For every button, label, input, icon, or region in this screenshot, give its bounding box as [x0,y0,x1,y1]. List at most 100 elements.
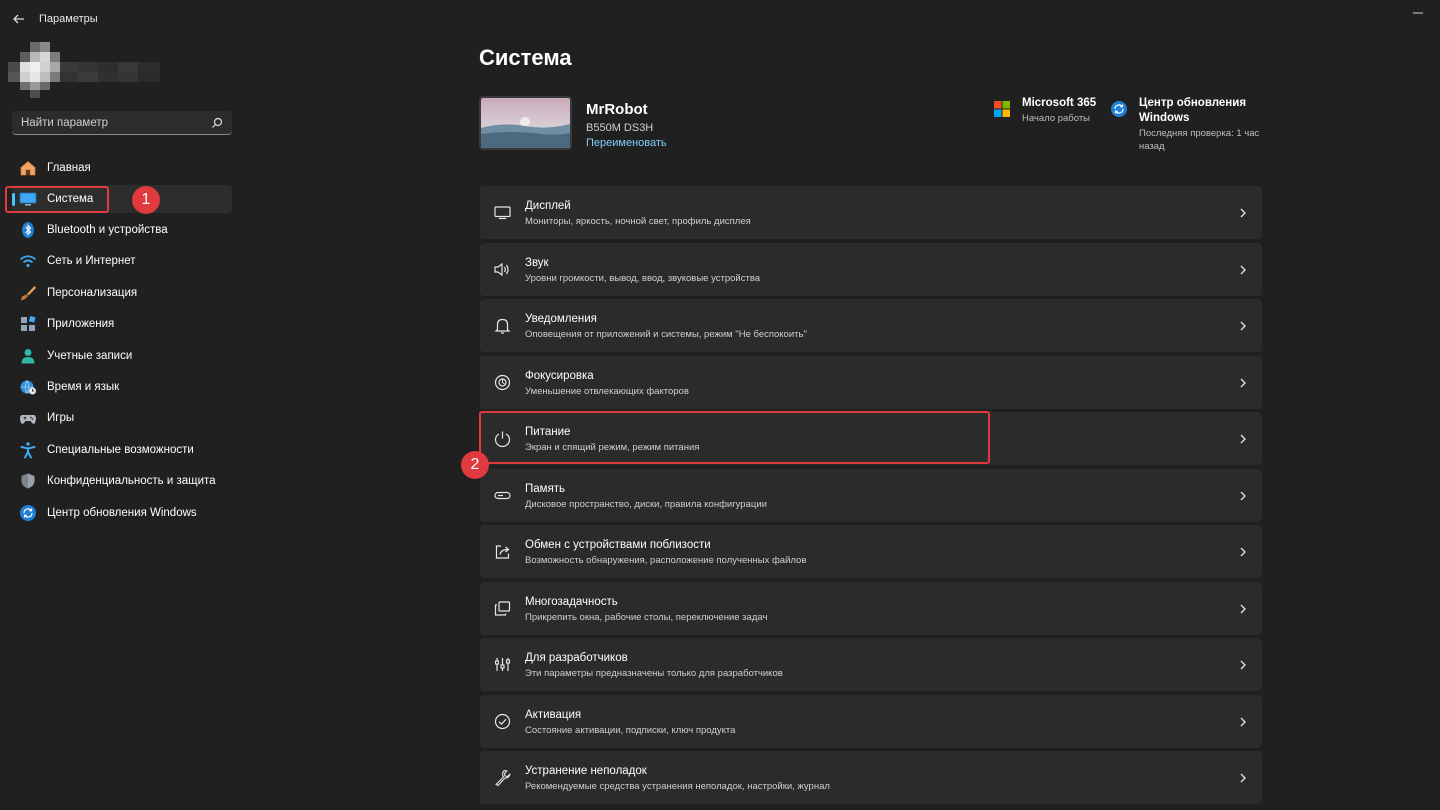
sidebar-item-time-language[interactable]: Время и язык [12,373,232,401]
chevron-right-icon [1238,602,1248,616]
card-title: Для разработчиков [525,652,628,664]
card-subtitle: Рекомендуемые средства устранения непола… [525,781,830,792]
chevron-right-icon [1238,489,1248,503]
chevron-right-icon [1238,319,1248,333]
wrench-icon [493,768,512,787]
card-focus[interactable]: Фокусировка Уменьшение отвлекающих факто… [480,356,1262,409]
card-title: Многозадачность [525,596,618,608]
sidebar-item-network[interactable]: Сеть и Интернет [12,247,232,275]
window-title: Параметры [39,13,98,25]
sidebar-item-label: Приложения [47,318,115,330]
update-icon [1110,100,1128,118]
chevron-right-icon [1238,376,1248,390]
sidebar-item-personalization[interactable]: Персонализация [12,279,232,307]
account-icon [19,347,37,365]
chevron-right-icon [1238,263,1248,277]
card-subtitle: Уменьшение отвлекающих факторов [525,386,689,397]
minimize-icon[interactable] [1406,6,1430,20]
microsoft-logo-icon [993,100,1011,118]
page-title: Система [479,45,572,70]
apps-icon [19,315,37,333]
sidebar-item-privacy[interactable]: Конфиденциальность и защита [12,467,232,495]
search-icon[interactable] [210,116,224,130]
title-bar: Параметры [0,0,1440,36]
sidebar-item-gaming[interactable]: Игры [12,404,232,432]
microsoft-365-promo[interactable]: Microsoft 365 Начало работы [993,96,1103,128]
promo-subtitle: Последняя проверка: 1 час [1139,128,1260,139]
search-input[interactable]: Найти параметр [21,117,108,129]
card-title: Фокусировка [525,370,594,382]
promo-subtitle: назад [1139,141,1165,152]
developer-tools-icon [493,655,512,674]
windows-update-promo[interactable]: Центр обновления Windows Последняя прове… [1110,96,1270,154]
device-thumbnail [479,96,572,150]
sidebar-item-apps[interactable]: Приложения [12,310,232,338]
home-icon [19,159,37,177]
promo-subtitle: Начало работы [1022,113,1091,124]
focus-icon [493,373,512,392]
sidebar-item-label: Игры [47,412,75,424]
annotation-highlight [479,411,990,464]
chevron-right-icon [1238,658,1248,672]
card-title: Звук [525,257,549,269]
sidebar-item-accounts[interactable]: Учетные записи [12,342,232,370]
sidebar-item-label: Учетные записи [47,350,133,362]
promo-title: Microsoft 365 [1022,97,1097,109]
shield-icon [19,472,37,490]
accessibility-icon [19,441,37,459]
display-icon [493,203,512,222]
chevron-right-icon [1238,545,1248,559]
card-display[interactable]: Дисплей Мониторы, яркость, ночной свет, … [480,186,1262,239]
share-icon [493,542,512,561]
sidebar-item-label: Bluetooth и устройства [47,224,168,236]
sidebar-item-accessibility[interactable]: Специальные возможности [12,436,232,464]
sidebar-item-label: Специальные возможности [47,444,194,456]
card-subtitle: Мониторы, яркость, ночной свет, профиль … [525,216,751,227]
card-subtitle: Прикрепить окна, рабочие столы, переключ… [525,612,768,623]
card-troubleshoot[interactable]: Устранение неполадок Рекомендуемые средс… [480,751,1262,804]
annotation-badge: 1 [132,186,160,214]
search-box[interactable]: Найти параметр [12,111,232,135]
sidebar-item-label: Главная [47,162,91,174]
annotation-highlight [5,186,109,213]
card-subtitle: Возможность обнаружения, расположение по… [525,555,807,566]
sidebar-item-label: Конфиденциальность и защита [47,475,216,487]
device-name: MrRobot [586,101,648,118]
brush-icon [19,284,37,302]
card-title: Память [525,483,566,495]
storage-icon [493,486,512,505]
card-subtitle: Состояние активации, подписки, ключ прод… [525,725,736,736]
avatar[interactable] [8,40,160,100]
sidebar-item-home[interactable]: Главная [12,154,232,182]
gamepad-icon [19,409,37,427]
sidebar-item-bluetooth[interactable]: Bluetooth и устройства [12,216,232,244]
card-nearby-sharing[interactable]: Обмен с устройствами поблизости Возможно… [480,525,1262,578]
check-circle-icon [493,712,512,731]
card-subtitle: Эти параметры предназначены только для р… [525,668,783,679]
card-title: Устранение неполадок [525,765,647,777]
card-notifications[interactable]: Уведомления Оповещения от приложений и с… [480,299,1262,352]
card-developers[interactable]: Для разработчиков Эти параметры предназн… [480,638,1262,691]
globe-clock-icon [19,378,37,396]
card-title: Уведомления [525,313,597,325]
card-sound[interactable]: Звук Уровни громкости, вывод, ввод, звук… [480,243,1262,296]
promo-title: Windows [1139,112,1190,124]
rename-link[interactable]: Переименовать [586,137,667,149]
chevron-right-icon [1238,715,1248,729]
sidebar-item-windows-update[interactable]: Центр обновления Windows [12,499,232,527]
bell-icon [493,316,512,335]
card-multitasking[interactable]: Многозадачность Прикрепить окна, рабочие… [480,582,1262,635]
update-icon [19,504,37,522]
chevron-right-icon [1238,771,1248,785]
wifi-icon [19,252,37,270]
speaker-icon [493,260,512,279]
bluetooth-icon [19,221,37,239]
annotation-badge: 2 [461,451,489,479]
back-arrow-icon[interactable] [10,10,28,28]
card-subtitle: Уровни громкости, вывод, ввод, звуковые … [525,273,761,284]
chevron-right-icon [1238,206,1248,220]
card-title: Обмен с устройствами поблизости [525,539,711,551]
card-storage[interactable]: Память Дисковое пространство, диски, пра… [480,469,1262,522]
card-subtitle: Дисковое пространство, диски, правила ко… [525,499,767,510]
card-activation[interactable]: Активация Состояние активации, подписки,… [480,695,1262,748]
